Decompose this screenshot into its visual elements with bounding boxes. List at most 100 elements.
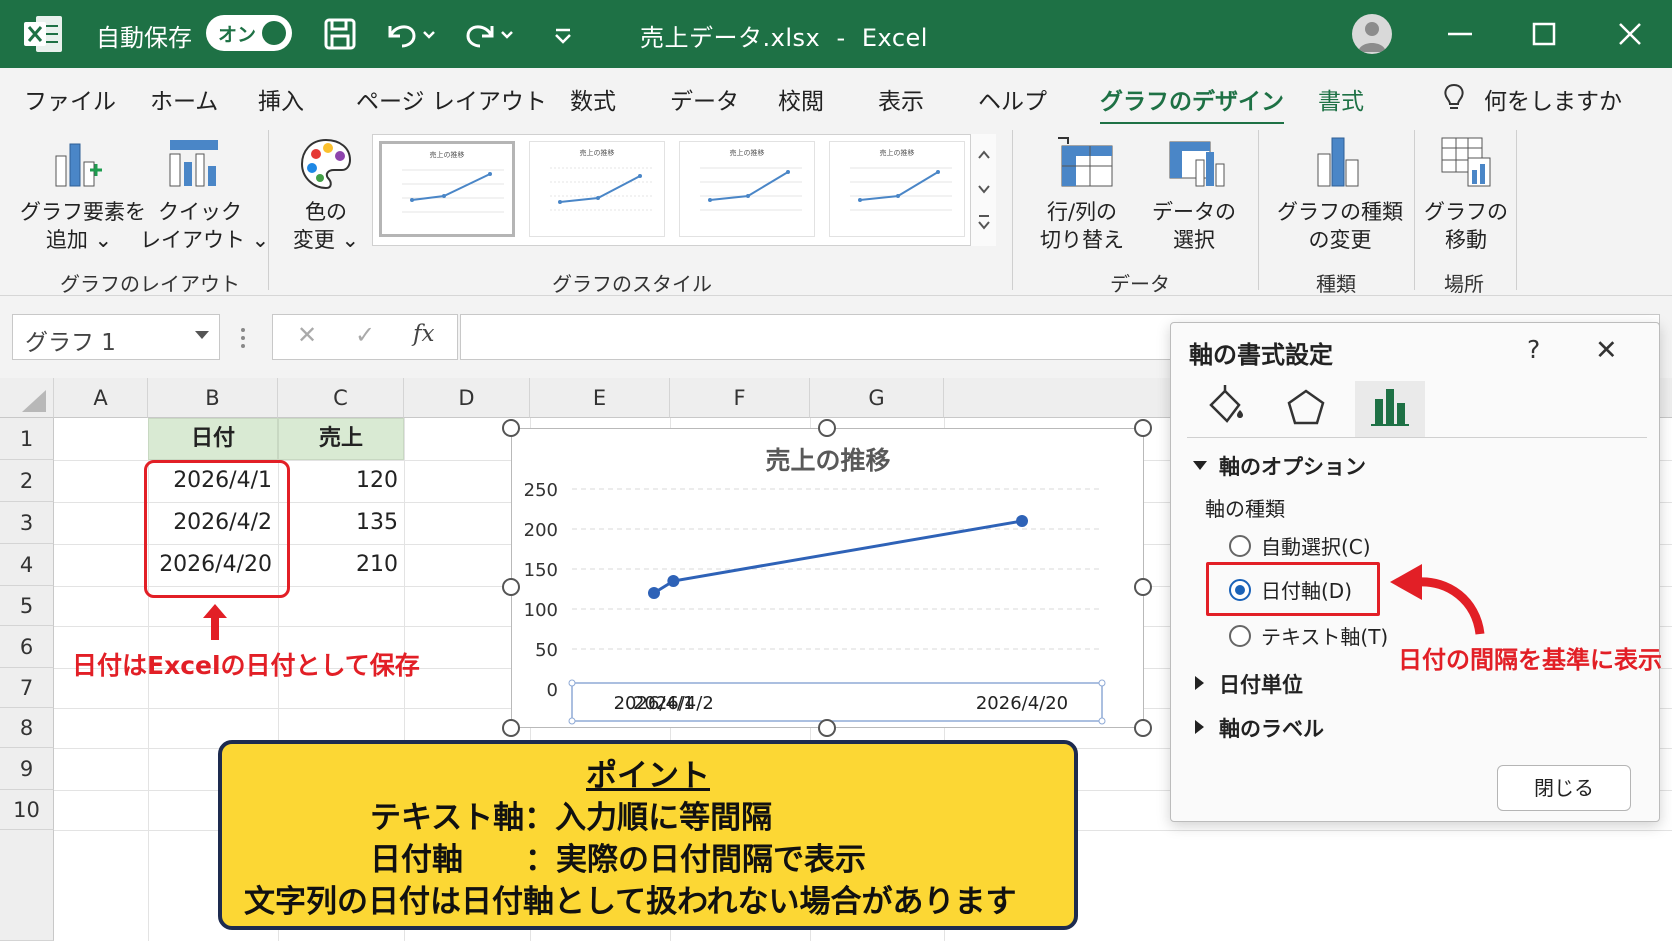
expand-triangle-icon[interactable] (1195, 720, 1204, 734)
help-icon[interactable]: ? (1527, 335, 1540, 364)
date-units-section[interactable]: 日付単位 (1219, 669, 1303, 699)
column-header[interactable]: D (404, 378, 530, 418)
change-colors-button[interactable]: 色の 変更 ⌄ (286, 198, 366, 254)
axis-options-section[interactable]: 軸のオプション (1219, 451, 1366, 481)
axis-handle (1098, 717, 1106, 725)
effects-tab-icon[interactable] (1271, 381, 1341, 437)
data-point (667, 575, 680, 587)
tab-help[interactable]: ヘルプ (978, 82, 1047, 116)
resize-handle[interactable] (1134, 419, 1152, 437)
y-tick-label: 200 (524, 520, 558, 541)
chart-style-thumbnail[interactable]: 売上の推移 (679, 141, 815, 237)
row-header[interactable]: 3 (0, 502, 54, 544)
row-header[interactable]: 1 (0, 418, 54, 460)
row-header[interactable]: 5 (0, 586, 54, 626)
tab-insert[interactable]: 挿入 (258, 82, 304, 116)
radio-text-axis-label[interactable]: テキスト軸(T) (1261, 621, 1388, 650)
tell-me-search[interactable]: 何をしますか (1484, 82, 1622, 116)
select-all-corner[interactable] (0, 378, 54, 418)
redo-icon[interactable] (462, 14, 522, 54)
radio-auto-label[interactable]: 自動選択(C) (1261, 531, 1371, 560)
document-title: 売上データ.xlsx - Excel (640, 24, 928, 52)
series-line (653, 519, 1023, 595)
resize-handle[interactable] (1134, 578, 1152, 596)
radio-text-axis[interactable] (1229, 625, 1251, 647)
resize-handle[interactable] (818, 419, 836, 437)
tab-chart-design[interactable]: グラフのデザイン (1100, 82, 1284, 126)
close-icon[interactable] (1608, 12, 1652, 56)
add-chart-element-button[interactable]: グラフ要素を 追加 ⌄ (20, 198, 146, 254)
tab-file[interactable]: ファイル (24, 82, 116, 116)
tab-format[interactable]: 書式 (1318, 82, 1364, 116)
sales-cell[interactable]: 210 (278, 552, 398, 577)
row-header[interactable]: 6 (0, 626, 54, 668)
name-box[interactable]: グラフ 1 (12, 314, 220, 360)
row-header[interactable]: 2 (0, 460, 54, 502)
callout-line-2: 日付軸 ：実際の日付間隔で表示 (370, 842, 866, 878)
change-chart-type-label-2: の変更 (1308, 228, 1372, 252)
row-header[interactable]: 4 (0, 544, 54, 586)
close-icon[interactable]: ✕ (1595, 335, 1618, 366)
maximize-icon[interactable] (1522, 12, 1566, 56)
resize-handle[interactable] (1134, 719, 1152, 737)
tab-formulas[interactable]: 数式 (570, 82, 616, 116)
quick-layout-button[interactable]: クイック レイアウト ⌄ (140, 198, 269, 254)
chart-style-thumbnail[interactable]: 売上の推移 (379, 141, 515, 237)
x-tick-label: 2026/4/20 (976, 693, 1068, 714)
change-colors-label-1: 色の (305, 200, 347, 224)
insert-function-icon[interactable]: fx (413, 321, 434, 347)
select-data-button[interactable]: データの 選択 (1146, 198, 1242, 254)
resize-handle[interactable] (502, 578, 520, 596)
tab-view[interactable]: 表示 (878, 82, 924, 116)
chevron-down-icon[interactable] (195, 331, 209, 339)
column-header[interactable]: A (54, 378, 148, 418)
row-header[interactable]: 10 (0, 790, 54, 830)
sales-cell[interactable]: 135 (278, 510, 398, 535)
save-icon[interactable] (320, 14, 360, 54)
row-header[interactable]: 9 (0, 748, 54, 790)
row-header[interactable]: 7 (0, 668, 54, 708)
cancel-icon[interactable]: ✕ (297, 321, 317, 349)
chart-title: 売上の推移 (765, 446, 890, 475)
expand-triangle-icon[interactable] (1195, 676, 1204, 690)
account-icon[interactable] (1352, 14, 1392, 54)
change-chart-type-button[interactable]: グラフの種類 の変更 (1272, 198, 1408, 254)
header-cell-sales[interactable]: 売上 (278, 418, 404, 460)
autosave-label: 自動保存 (96, 24, 192, 52)
minimize-icon[interactable] (1438, 12, 1482, 56)
column-header[interactable]: E (530, 378, 670, 418)
enter-icon[interactable]: ✓ (355, 321, 375, 349)
undo-icon[interactable] (380, 14, 440, 54)
move-chart-button[interactable]: グラフの 移動 (1422, 198, 1510, 254)
customize-qat-icon[interactable] (548, 14, 578, 54)
chart-style-thumbnail[interactable]: 売上の推移 (529, 141, 665, 237)
tab-page-layout[interactable]: ページ レイアウト (356, 82, 547, 116)
up-arrow-icon (200, 602, 230, 646)
axis-labels-section[interactable]: 軸のラベル (1219, 713, 1324, 743)
chart-style-thumbnail[interactable]: 売上の推移 (829, 141, 965, 237)
fill-line-tab-icon[interactable] (1189, 381, 1259, 437)
header-cell-date[interactable]: 日付 (148, 418, 278, 460)
close-button[interactable]: 閉じる (1497, 765, 1631, 811)
tab-data[interactable]: データ (670, 82, 739, 116)
point-callout: ポイント テキスト軸：入力順に等間隔 日付軸 ：実際の日付間隔で表示 文字列の日… (218, 740, 1078, 930)
tab-home[interactable]: ホーム (150, 82, 218, 116)
sales-cell[interactable]: 120 (278, 468, 398, 493)
autosave-toggle[interactable]: オン (206, 15, 292, 51)
resize-handle[interactable] (502, 719, 520, 737)
column-header[interactable]: G (810, 378, 944, 418)
column-header[interactable]: F (670, 378, 810, 418)
line-chart[interactable]: 売上の推移 0 50 100 150 200 250 2026/4/1 2026/4/2 20… (511, 428, 1144, 728)
column-header[interactable]: B (148, 378, 278, 418)
gallery-scroll[interactable] (970, 134, 996, 246)
axis-options-tab-icon[interactable] (1355, 381, 1425, 437)
row-header[interactable]: 8 (0, 708, 54, 748)
title-bar: 自動保存 オン 売上データ.xlsx - Excel (0, 0, 1672, 68)
resize-handle[interactable] (818, 719, 836, 737)
column-header[interactable]: C (278, 378, 404, 418)
resize-handle[interactable] (502, 419, 520, 437)
radio-auto[interactable] (1229, 535, 1251, 557)
tab-review[interactable]: 校閲 (778, 82, 824, 116)
switch-row-column-button[interactable]: 行/列の 切り替え (1030, 198, 1134, 254)
collapse-triangle-icon[interactable] (1193, 461, 1207, 470)
